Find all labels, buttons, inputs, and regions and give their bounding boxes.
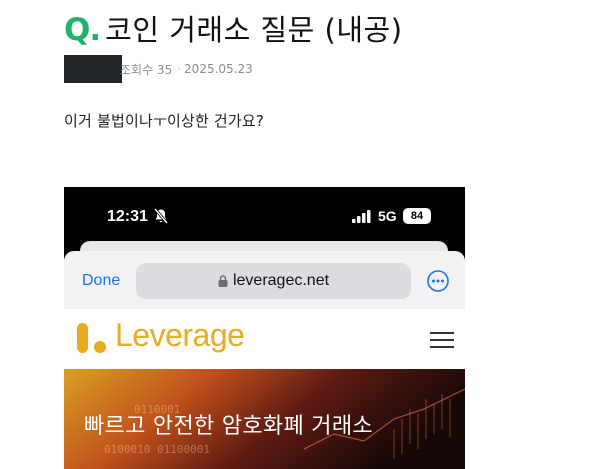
- author-redacted: [64, 55, 122, 83]
- attached-screenshot[interactable]: 12:31 5G 84 Done leveragec.net Leverage …: [64, 187, 465, 469]
- leverage-logo-icon: [77, 323, 106, 353]
- done-button[interactable]: Done: [82, 272, 120, 290]
- question-meta: 조회수 35 · 2025.05.23: [64, 55, 253, 83]
- view-count: 조회수 35: [120, 62, 173, 77]
- question-title: 코인 거래소 질문 (내공): [105, 13, 403, 47]
- question-header: Q. 코인 거래소 질문 (내공): [64, 6, 403, 48]
- bell-slash-icon: [154, 208, 168, 224]
- more-icon[interactable]: [427, 270, 449, 292]
- site-header: Leverage: [64, 309, 465, 369]
- status-bar: 12:31 5G 84: [64, 187, 465, 245]
- network-type: 5G: [378, 208, 397, 224]
- q-mark-icon: Q: [64, 12, 90, 48]
- q-mark-dot: .: [89, 12, 102, 48]
- site-logo-text[interactable]: Leverage: [115, 317, 245, 354]
- hero-banner: 0110001 0100010 01100001 빠르고 안전한 암호화폐 거래…: [64, 369, 465, 469]
- browser-sheet: Done leveragec.net Leverage 0110001 0100…: [64, 251, 465, 469]
- signal-icon: [352, 210, 371, 223]
- browser-toolbar: Done leveragec.net: [64, 251, 465, 309]
- lock-icon: [218, 275, 228, 287]
- url-text: leveragec.net: [232, 272, 330, 289]
- menu-icon[interactable]: [430, 331, 454, 349]
- hero-headline: 빠르고 안전한 암호화폐 거래소: [84, 414, 373, 439]
- status-time: 12:31: [107, 208, 148, 225]
- address-bar[interactable]: leveragec.net: [136, 263, 411, 299]
- meta-separator: ·: [177, 62, 182, 76]
- question-body: 이거 불법이나ㅜ이상한 건가요?: [64, 112, 265, 130]
- battery-icon: 84: [403, 208, 431, 224]
- hero-binary-decoration: 0100010 01100001: [104, 443, 210, 456]
- post-date: 2025.05.23: [184, 62, 253, 76]
